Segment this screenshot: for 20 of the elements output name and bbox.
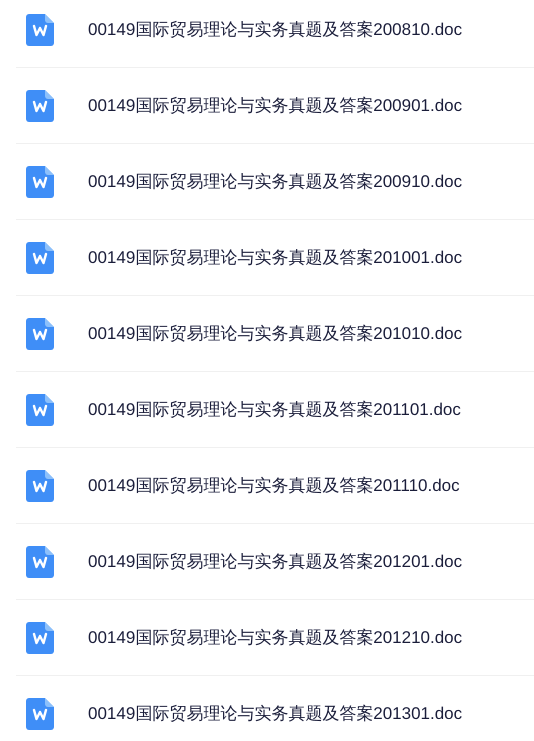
file-name[interactable]: 00149国际贸易理论与实务真题及答案201301.doc — [88, 700, 462, 726]
file-name[interactable]: 00149国际贸易理论与实务真题及答案200901.doc — [88, 92, 462, 118]
word-document-icon — [26, 470, 54, 502]
file-name[interactable]: 00149国际贸易理论与实务真题及答案201110.doc — [88, 472, 460, 498]
file-name[interactable]: 00149国际贸易理论与实务真题及答案200810.doc — [88, 16, 462, 42]
word-document-icon — [26, 90, 54, 122]
word-document-icon — [26, 242, 54, 274]
word-document-icon — [26, 698, 54, 730]
word-document-icon — [26, 546, 54, 578]
word-document-icon — [26, 318, 54, 350]
file-name[interactable]: 00149国际贸易理论与实务真题及答案201210.doc — [88, 624, 462, 650]
word-document-icon — [26, 166, 54, 198]
file-name[interactable]: 00149国际贸易理论与实务真题及答案201101.doc — [88, 396, 461, 422]
word-document-icon — [26, 622, 54, 654]
file-name[interactable]: 00149国际贸易理论与实务真题及答案201201.doc — [88, 548, 462, 574]
file-name[interactable]: 00149国际贸易理论与实务真题及答案201001.doc — [88, 244, 462, 270]
file-name[interactable]: 00149国际贸易理论与实务真题及答案200910.doc — [88, 168, 462, 194]
word-document-icon — [26, 14, 54, 46]
word-document-icon — [26, 394, 54, 426]
file-name[interactable]: 00149国际贸易理论与实务真题及答案201010.doc — [88, 320, 462, 346]
